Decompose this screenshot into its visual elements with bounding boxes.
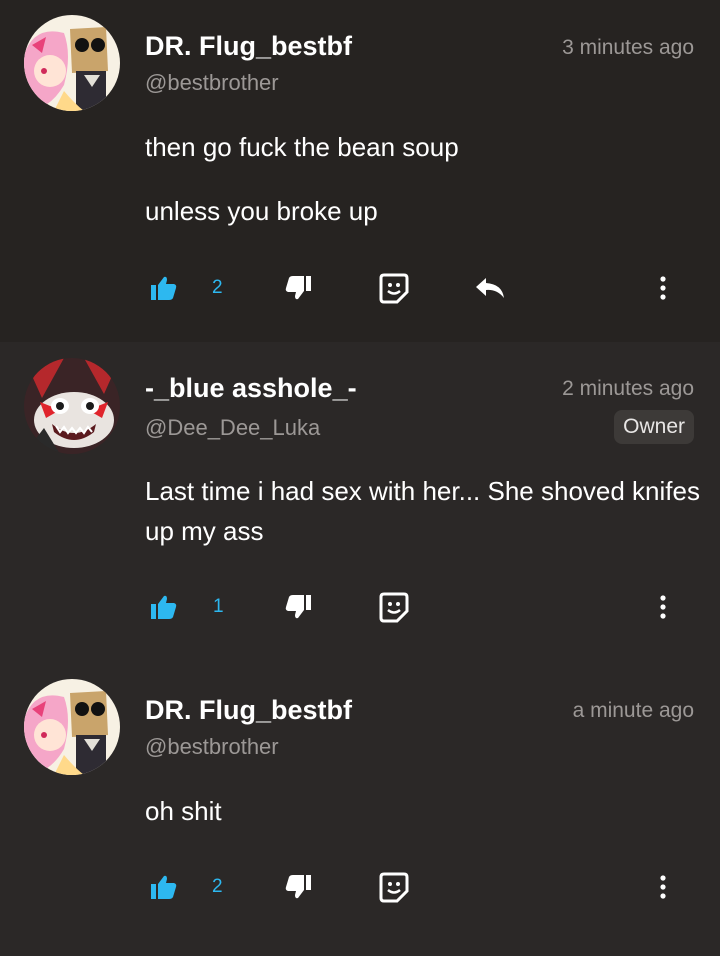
thumbs-down-icon [285,875,311,899]
sticker-button[interactable] [378,270,410,306]
more-options-button[interactable] [652,869,674,905]
sticker-button[interactable] [378,589,410,625]
comment-paragraph: oh shit [145,796,222,826]
dislike-button[interactable] [284,869,312,905]
like-count: 2 [212,876,223,897]
comment-paragraph: then go fuck the bean soup [145,132,459,162]
sticker-icon [379,273,409,304]
user-avatar[interactable] [24,358,120,454]
more-vertical-icon [660,276,666,300]
comment-item: DR. Flug_bestbf @bestbrother a minute ag… [0,664,720,956]
more-options-button[interactable] [652,589,674,625]
author-name[interactable]: -_blue asshole_- [145,373,357,404]
comment-actions: 1 [0,589,720,625]
comment-item: -_blue asshole_- @Dee_Dee_Luka 2 minutes… [0,342,720,664]
thumbs-down-icon [285,276,311,300]
like-button[interactable] [150,589,178,625]
more-vertical-icon [660,595,666,619]
comment-text: then go fuck the bean soup unless you br… [145,127,700,231]
timestamp: 3 minutes ago [562,36,694,59]
dislike-button[interactable] [284,589,312,625]
thumbs-up-icon [151,595,177,619]
reply-button[interactable] [474,270,506,306]
like-button[interactable] [150,869,178,905]
dislike-button[interactable] [284,270,312,306]
author-handle: @bestbrother [145,734,279,759]
thumbs-up-icon [151,276,177,300]
comment-item: DR. Flug_bestbf @bestbrother 3 minutes a… [0,0,720,342]
author-handle: @Dee_Dee_Luka [145,415,321,440]
more-vertical-icon [660,875,666,899]
author-handle: @bestbrother [145,70,279,95]
user-avatar[interactable] [24,15,120,111]
comment-actions: 2 [0,270,720,306]
more-options-button[interactable] [652,270,674,306]
sticker-icon [379,592,409,623]
comment-text: Last time i had sex with her... She shov… [145,471,700,551]
comment-paragraph: unless you broke up [145,196,378,226]
sticker-icon [379,872,409,903]
author-name[interactable]: DR. Flug_bestbf [145,31,352,62]
reply-icon [476,278,504,298]
thumbs-down-icon [285,595,311,619]
comment-text: oh shit [145,791,700,831]
like-count: 1 [213,596,224,617]
timestamp: a minute ago [572,699,694,722]
comment-actions: 2 [0,869,720,905]
comment-paragraph: Last time i had sex with her... She shov… [145,476,700,546]
timestamp: 2 minutes ago [562,377,694,400]
sticker-button[interactable] [378,869,410,905]
like-count: 2 [212,277,223,298]
thumbs-up-icon [151,875,177,899]
author-name[interactable]: DR. Flug_bestbf [145,695,352,726]
like-button[interactable] [150,270,178,306]
user-avatar[interactable] [24,679,120,775]
owner-badge: Owner [614,410,694,444]
